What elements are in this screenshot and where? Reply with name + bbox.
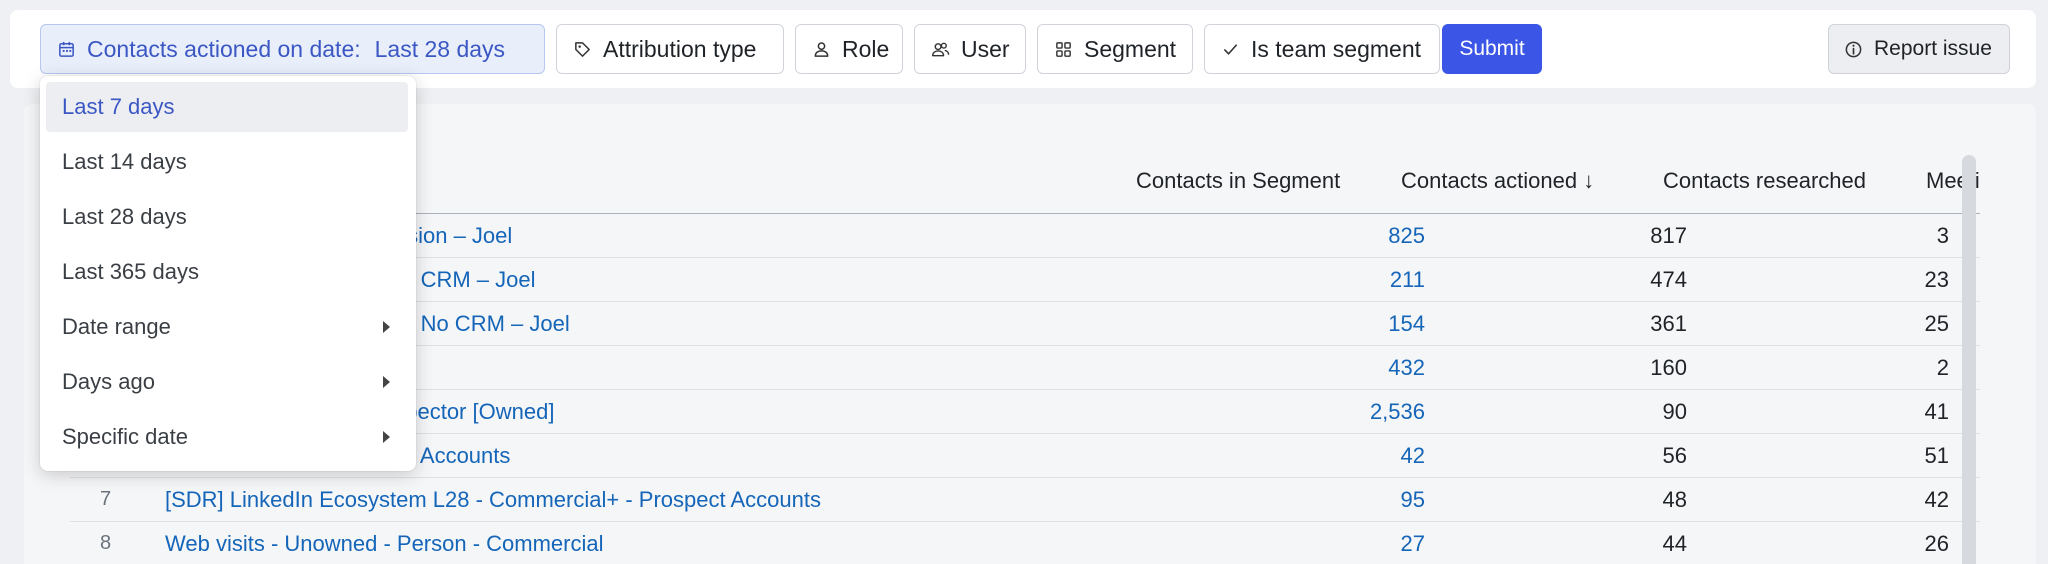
contacts-in-segment-link[interactable]: 95 bbox=[1275, 487, 1425, 513]
submit-button[interactable]: Submit bbox=[1442, 24, 1542, 74]
menu-item-label: Specific date bbox=[62, 424, 188, 449]
team-segment-button[interactable]: Is team segment bbox=[1204, 24, 1440, 74]
report-issue-label: Report issue bbox=[1874, 37, 1992, 60]
date-filter-label: Contacts actioned on date: bbox=[87, 35, 361, 62]
user-button[interactable]: User bbox=[914, 24, 1026, 74]
contacts-researched-value: 2 bbox=[1936, 355, 1949, 380]
calendar-icon bbox=[59, 41, 74, 57]
attribution-type-button[interactable]: Attribution type bbox=[556, 24, 784, 74]
contacts-researched-value: 3 bbox=[1936, 223, 1949, 248]
role-label: Role bbox=[842, 35, 890, 62]
caret-right-icon bbox=[383, 431, 390, 443]
row-index: 8 bbox=[100, 532, 112, 554]
menu-item-specific-date[interactable]: Specific date bbox=[46, 412, 408, 462]
menu-item-last-14-days[interactable]: Last 14 days bbox=[46, 137, 408, 187]
grid-icon bbox=[1056, 41, 1071, 57]
segment-button[interactable]: Segment bbox=[1037, 24, 1193, 74]
menu-item-last-7-days[interactable]: Last 7 days bbox=[46, 82, 408, 132]
contacts-in-segment-link[interactable]: 2,536 bbox=[1275, 399, 1425, 425]
role-button[interactable]: Role bbox=[795, 24, 903, 74]
contacts-actioned-value: 56 bbox=[1662, 443, 1687, 468]
user-label: User bbox=[961, 35, 1010, 62]
contacts-researched-value: 42 bbox=[1924, 487, 1949, 512]
column-contacts-in-segment[interactable]: Contacts in Segment bbox=[1136, 168, 1340, 194]
column-contacts-actioned[interactable]: Contacts actioned ↓ bbox=[1401, 168, 1594, 194]
contacts-actioned-value: 361 bbox=[1650, 311, 1687, 336]
contacts-researched-value: 41 bbox=[1924, 399, 1949, 424]
segment-name-link[interactable]: Web visits - Unowned - Person - Commerci… bbox=[165, 531, 604, 557]
contacts-actioned-value: 44 bbox=[1662, 531, 1687, 556]
contacts-actioned-value: 817 bbox=[1650, 223, 1687, 248]
contacts-actioned-value: 160 bbox=[1650, 355, 1687, 380]
contacts-in-segment-link[interactable]: 27 bbox=[1275, 531, 1425, 557]
segment-name-link[interactable]: [SDR] LinkedIn Ecosystem L28 - Commercia… bbox=[165, 487, 821, 513]
person-icon bbox=[814, 41, 829, 57]
menu-item-label: Last 365 days bbox=[62, 259, 199, 284]
check-icon bbox=[1223, 43, 1238, 55]
contacts-actioned-value: 474 bbox=[1650, 267, 1687, 292]
contacts-researched-value: 23 bbox=[1924, 267, 1949, 292]
caret-right-icon bbox=[383, 376, 390, 388]
contacts-actioned-value: 48 bbox=[1662, 487, 1687, 512]
menu-item-label: Last 28 days bbox=[62, 204, 187, 229]
report-issue-button[interactable]: Report issue bbox=[1828, 24, 2010, 74]
info-icon bbox=[1845, 41, 1862, 57]
team-segment-label: Is team segment bbox=[1251, 35, 1422, 62]
contacts-in-segment-link[interactable]: 825 bbox=[1275, 223, 1425, 249]
menu-item-label: Date range bbox=[62, 314, 171, 339]
menu-item-label: Last 14 days bbox=[62, 149, 187, 174]
menu-item-label: Last 7 days bbox=[62, 94, 175, 119]
contacts-in-segment-link[interactable]: 42 bbox=[1275, 443, 1425, 469]
column-contacts-researched[interactable]: Contacts researched bbox=[1663, 168, 1866, 194]
menu-item-days-ago[interactable]: Days ago bbox=[46, 357, 408, 407]
contacts-researched-value: 51 bbox=[1924, 443, 1949, 468]
menu-item-last-365-days[interactable]: Last 365 days bbox=[46, 247, 408, 297]
contacts-actioned-value: 90 bbox=[1662, 399, 1687, 424]
attribution-type-label: Attribution type bbox=[603, 35, 757, 62]
contacts-in-segment-link[interactable]: 432 bbox=[1275, 355, 1425, 381]
row-index: 7 bbox=[100, 488, 112, 510]
table-row: 8 Web visits - Unowned - Person - Commer… bbox=[70, 522, 1980, 564]
contacts-in-segment-link[interactable]: 154 bbox=[1275, 311, 1425, 337]
users-icon bbox=[931, 42, 950, 56]
contacts-in-segment-link[interactable]: 211 bbox=[1275, 267, 1425, 293]
table-row: 7 [SDR] LinkedIn Ecosystem L28 - Commerc… bbox=[70, 478, 1980, 522]
menu-item-label: Days ago bbox=[62, 369, 155, 394]
contacts-researched-value: 25 bbox=[1924, 311, 1949, 336]
menu-item-last-28-days[interactable]: Last 28 days bbox=[46, 192, 408, 242]
vertical-scrollbar[interactable] bbox=[1962, 155, 1976, 564]
date-filter-value: Last 28 days bbox=[374, 35, 506, 62]
segment-label: Segment bbox=[1084, 35, 1177, 62]
tag-icon bbox=[575, 41, 590, 57]
date-filter-button[interactable]: Contacts actioned on date: Last 28 days bbox=[40, 24, 545, 74]
caret-right-icon bbox=[383, 321, 390, 333]
contacts-researched-value: 26 bbox=[1924, 531, 1949, 556]
date-dropdown-menu: Last 7 days Last 14 days Last 28 days La… bbox=[40, 76, 416, 471]
menu-item-date-range[interactable]: Date range bbox=[46, 302, 408, 352]
